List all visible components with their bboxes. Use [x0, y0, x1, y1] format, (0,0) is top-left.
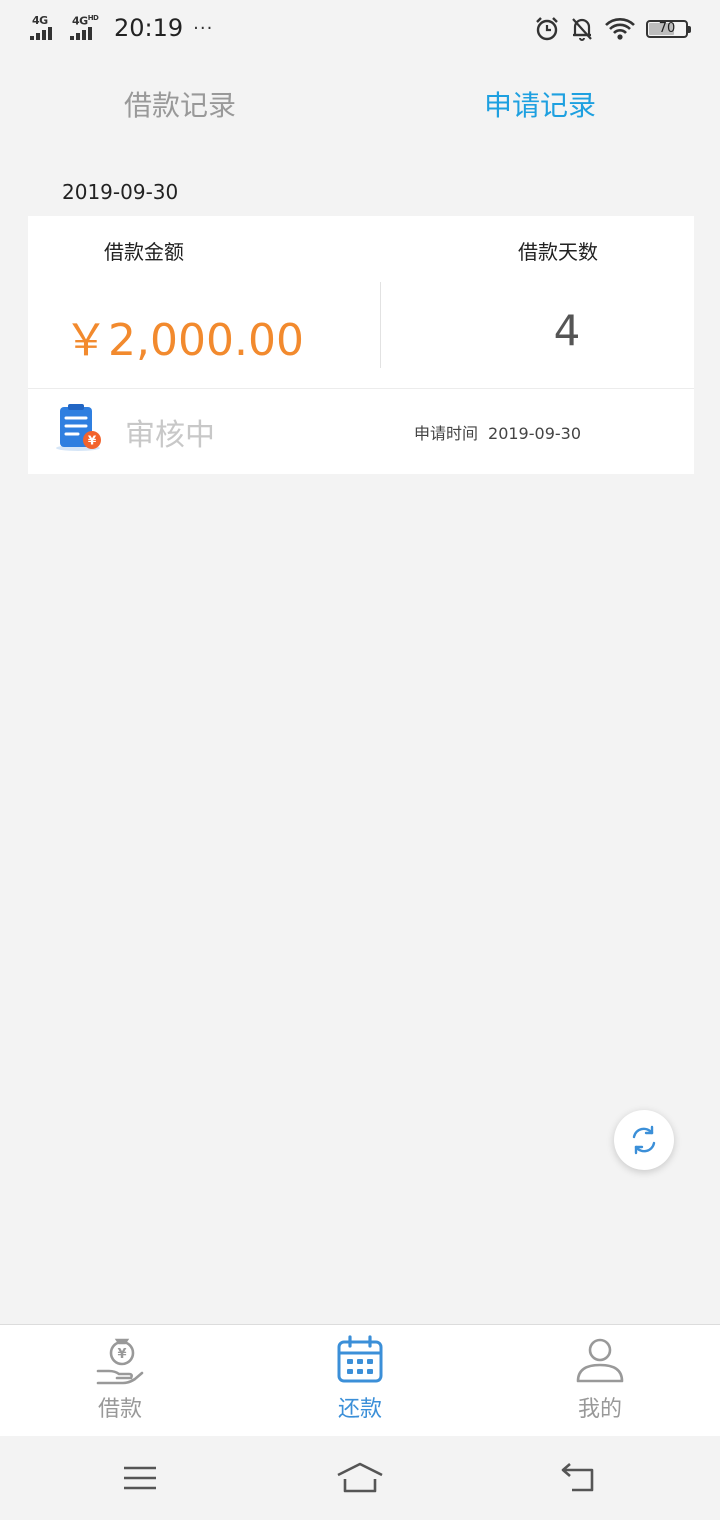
nav-mine-label: 我的	[577, 1397, 622, 1422]
tab-loan-records[interactable]: 借款记录	[0, 76, 360, 136]
menu-icon	[124, 1466, 156, 1490]
status-bar-right: 70	[534, 14, 691, 44]
signal-4g-hd-icon: 4GHD	[70, 14, 102, 42]
days-label: 借款天数	[518, 240, 598, 264]
application-record-card[interactable]: 借款金额 借款天数 ￥2,000.00 4 ¥ 审核中 申请时间 2019-09-…	[28, 216, 694, 474]
signal-4g-icon: 4G	[30, 14, 62, 42]
amount-label: 借款金额	[104, 240, 184, 264]
nav-mine[interactable]: 我的	[540, 1335, 660, 1423]
nav-repay[interactable]: 还款	[300, 1335, 420, 1423]
status-bar: 4G 4GHD 20:19 ··· 70	[0, 0, 720, 56]
row-divider	[28, 388, 694, 389]
nav-repay-label: 还款	[337, 1397, 382, 1422]
loan-amount: ￥2,000.00	[64, 315, 304, 366]
home-button[interactable]	[330, 1458, 390, 1498]
nav-borrow-label: 借款	[97, 1397, 142, 1422]
apply-time-label: 申请时间	[414, 424, 479, 443]
status-time: 20:19	[114, 14, 184, 42]
svg-text:¥: ¥	[117, 1347, 126, 1362]
nav-borrow[interactable]: ¥ 借款	[60, 1335, 180, 1423]
calendar-icon	[337, 1335, 383, 1383]
column-divider	[380, 282, 381, 368]
bottom-navigation: ¥ 借款 还款 我的	[0, 1324, 720, 1437]
record-tabs: 借款记录 申请记录	[0, 76, 720, 136]
battery-icon: 70	[646, 20, 691, 38]
review-status: 审核中	[125, 418, 215, 453]
svg-text:¥: ¥	[88, 434, 97, 448]
apply-time-value: 2019-09-30	[488, 424, 581, 443]
loan-days: 4	[553, 306, 581, 355]
network-type-label-2: 4G	[72, 14, 88, 28]
system-navigation-bar	[0, 1436, 720, 1520]
back-button[interactable]	[548, 1458, 608, 1498]
home-icon	[337, 1462, 383, 1493]
back-icon	[561, 1463, 594, 1492]
loan-document-icon: ¥	[56, 404, 101, 451]
money-bag-hand-icon: ¥	[96, 1338, 144, 1385]
user-icon	[576, 1338, 624, 1383]
network-type-label: 4G	[32, 14, 48, 27]
refresh-icon	[632, 1125, 656, 1155]
alarm-icon	[536, 17, 558, 41]
record-date: 2019-09-30	[62, 180, 179, 204]
wifi-icon	[605, 18, 635, 40]
bell-off-icon	[572, 18, 592, 41]
refresh-button[interactable]	[614, 1110, 674, 1170]
battery-percent: 70	[658, 21, 676, 36]
tab-application-records[interactable]: 申请记录	[360, 76, 720, 136]
status-bar-left: 4G 4GHD 20:19 ···	[30, 12, 213, 44]
more-notifications-icon: ···	[193, 17, 214, 39]
menu-button[interactable]	[110, 1458, 170, 1498]
hd-label: HD	[87, 14, 99, 22]
apply-time: 申请时间 2019-09-30	[414, 420, 591, 444]
